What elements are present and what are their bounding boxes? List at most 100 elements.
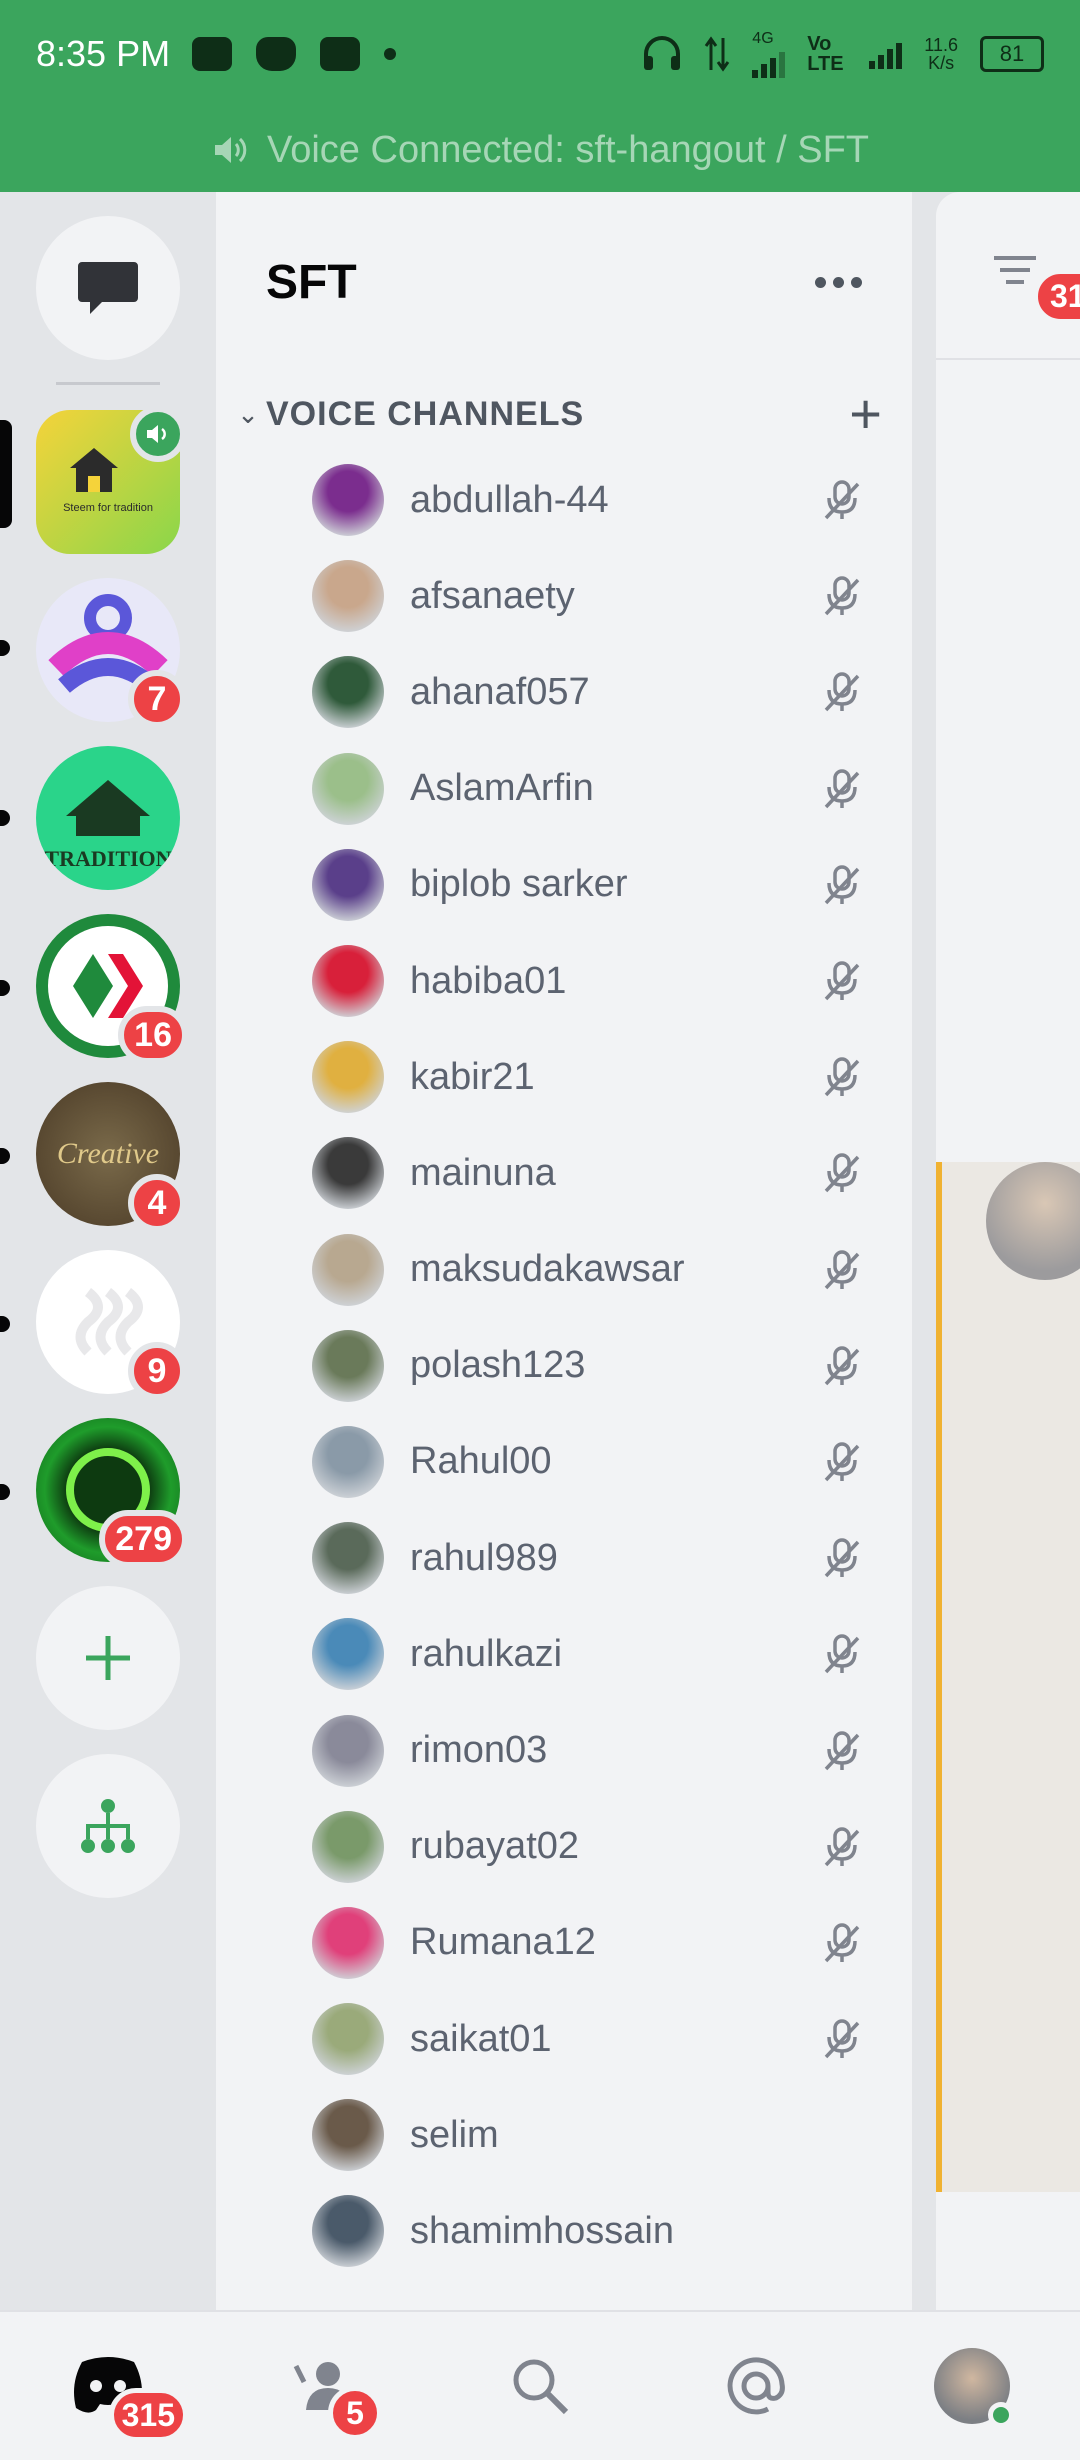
avatar — [312, 1522, 384, 1595]
filter-icon[interactable] — [990, 252, 1040, 296]
voice-user-name: biplob sarker — [410, 863, 628, 906]
avatar — [312, 464, 384, 537]
voice-user-row[interactable]: abdullah-44 — [216, 452, 912, 548]
server-header[interactable]: SFT — [216, 192, 912, 372]
voice-connected-text: Voice Connected: sft-hangout / SFT — [266, 128, 869, 171]
voice-user-name: shamimhossain — [410, 2209, 674, 2252]
avatar — [312, 1137, 384, 1210]
server-4-badge: 16 — [118, 1006, 188, 1064]
server-name: SFT — [266, 255, 357, 309]
voice-connected-banner[interactable]: Voice Connected: sft-hangout / SFT — [0, 108, 1080, 192]
headphones-icon — [644, 36, 681, 70]
microphone-muted-icon — [822, 1440, 862, 1484]
server-icon-4[interactable]: 16 — [36, 914, 188, 1064]
server-icon-5[interactable]: Creative 4 — [36, 1082, 186, 1232]
nav-search[interactable] — [490, 2336, 590, 2436]
voice-user-name: AslamArfin — [410, 767, 594, 810]
avatar — [312, 848, 384, 921]
voice-user-row[interactable]: Rahul00 — [216, 1414, 912, 1510]
voice-user-row[interactable]: saikat01 — [216, 1991, 912, 2087]
server-icon-1[interactable]: Steem for tradition — [36, 406, 186, 554]
voice-user-row[interactable]: ahanaf057 — [216, 644, 912, 740]
microphone-muted-icon — [822, 1921, 862, 1965]
bottom-nav: 315 5 — [0, 2310, 1080, 2460]
avatar — [312, 1425, 384, 1498]
add-channel-icon[interactable]: + — [849, 386, 882, 442]
voice-user-row[interactable]: AslamArfin — [216, 741, 912, 837]
chevron-down-icon: ⌄ — [237, 398, 259, 429]
voice-user-row[interactable]: biplob sarker — [216, 837, 912, 933]
voice-user-row[interactable]: selim — [216, 2087, 912, 2183]
voice-user-row[interactable]: kabir21 — [216, 1029, 912, 1125]
server-icon-7[interactable]: 279 — [36, 1418, 188, 1568]
microphone-muted-icon — [822, 1055, 862, 1099]
voice-user-row[interactable]: rimon03 — [216, 1702, 912, 1798]
discord-notification-icon — [256, 37, 297, 71]
direct-messages-button[interactable] — [36, 216, 180, 360]
add-server-button[interactable] — [36, 1586, 180, 1730]
nav-friends[interactable]: 5 — [274, 2336, 382, 2440]
avatar — [312, 752, 384, 825]
avatar — [312, 1906, 384, 1979]
server-1-logo-text: Steem for tradition — [63, 502, 153, 514]
signal-bars-icon-2 — [869, 39, 903, 69]
voice-user-name: rubayat02 — [410, 1825, 580, 1868]
unread-indicator — [0, 1316, 10, 1332]
voice-user-row[interactable]: habiba01 — [216, 933, 912, 1029]
voice-user-row[interactable]: shamimhossain — [216, 2183, 912, 2279]
voice-user-name: rimon03 — [410, 1729, 548, 1772]
avatar — [312, 2003, 384, 2076]
voice-user-row[interactable]: polash123 — [216, 1318, 912, 1414]
voice-user-row[interactable]: afsanaety — [216, 548, 912, 644]
unread-indicator — [0, 810, 10, 826]
server-icon-6[interactable]: 9 — [36, 1250, 186, 1400]
online-status-icon — [988, 2402, 1014, 2428]
more-options-icon[interactable] — [815, 276, 862, 288]
voice-user-name: rahul989 — [410, 1536, 558, 1579]
microphone-muted-icon — [822, 863, 862, 907]
voice-user-name: Rumana12 — [410, 1921, 596, 1964]
battery-indicator: 81 — [980, 36, 1044, 72]
voice-user-row[interactable]: rubayat02 — [216, 1799, 912, 1895]
voice-user-row[interactable]: rahul989 — [216, 1510, 912, 1606]
unread-indicator — [0, 980, 10, 996]
chat-bubble-icon — [78, 262, 138, 314]
avatar — [312, 1618, 384, 1691]
server-rail: Steem for tradition 7 TRADITION 16 Creat… — [0, 192, 216, 2310]
volte-label: Vo LTE — [807, 33, 844, 75]
server-voice-active-icon — [130, 406, 186, 462]
rail-separator — [56, 382, 160, 385]
voice-user-row[interactable]: Rumana12 — [216, 1895, 912, 1991]
voice-user-row[interactable]: maksudakawsar — [216, 1222, 912, 1318]
microphone-muted-icon — [822, 2017, 862, 2061]
avatar — [312, 1233, 384, 1306]
server-5-badge: 4 — [128, 1174, 186, 1232]
house-icon — [66, 444, 122, 494]
voice-channels-category[interactable]: ⌄ VOICE CHANNELS + — [216, 376, 912, 452]
nav-profile[interactable] — [922, 2336, 1022, 2436]
microphone-muted-icon — [822, 1248, 862, 1292]
speaker-icon — [214, 137, 247, 163]
profile-avatar — [934, 2348, 1014, 2428]
voice-user-row[interactable]: mainuna — [216, 1125, 912, 1221]
search-icon — [513, 2359, 569, 2415]
explore-servers-button[interactable] — [36, 1754, 180, 1898]
speed-unit: K/s — [928, 53, 955, 73]
microphone-muted-icon — [822, 574, 862, 618]
nav-home[interactable]: 315 — [58, 2336, 188, 2442]
voice-user-row[interactable]: rahulkazi — [216, 1606, 912, 1702]
microphone-muted-icon — [822, 1632, 862, 1676]
microphone-muted-icon — [822, 1729, 862, 1773]
voice-user-name: kabir21 — [410, 1055, 535, 1098]
voice-user-name: abdullah-44 — [410, 478, 609, 521]
server-icon-2[interactable]: 7 — [36, 578, 186, 728]
voice-user-name: selim — [410, 2113, 499, 2156]
server-icon-3[interactable]: TRADITION — [36, 746, 180, 890]
microphone-muted-icon — [822, 767, 862, 811]
channel-panel: SFT ⌄ VOICE CHANNELS + abdullah-44 afsana… — [216, 192, 912, 2310]
avatar — [312, 656, 384, 729]
server-6-badge: 9 — [128, 1342, 186, 1400]
microphone-muted-icon — [822, 478, 862, 522]
network-type: 4G — [752, 30, 774, 47]
nav-mentions[interactable] — [706, 2336, 806, 2436]
